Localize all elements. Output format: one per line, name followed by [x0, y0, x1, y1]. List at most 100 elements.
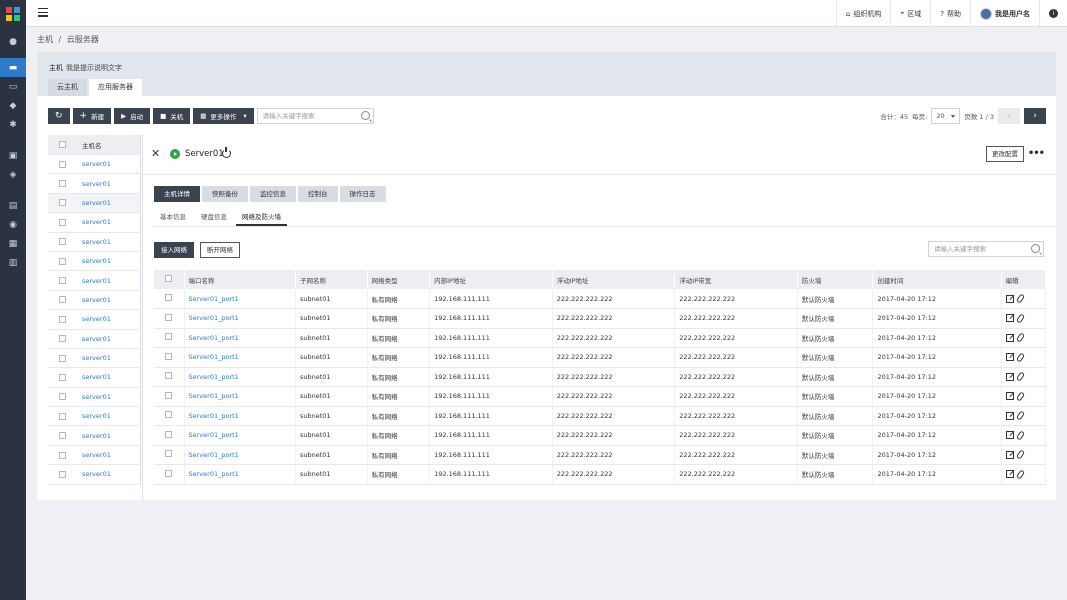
- host-link[interactable]: server01: [82, 412, 111, 420]
- row-checkbox[interactable]: [165, 391, 172, 399]
- row-checkbox[interactable]: [59, 257, 66, 265]
- per-page-select[interactable]: 20: [931, 108, 961, 124]
- host-list-item[interactable]: server01: [48, 368, 140, 388]
- host-list-item[interactable]: server01: [48, 349, 140, 369]
- app-logo[interactable]: [0, 0, 26, 27]
- host-list-item[interactable]: server01: [48, 330, 140, 349]
- host-link[interactable]: server01: [82, 160, 111, 168]
- select-all-checkbox[interactable]: [59, 141, 66, 148]
- edit-icon[interactable]: [1005, 450, 1014, 459]
- row-checkbox[interactable]: [59, 296, 66, 304]
- change-config-button[interactable]: 更改配置: [986, 146, 1024, 162]
- host-list-item[interactable]: server01: [48, 426, 140, 446]
- nav-user[interactable]: 我是用户名: [970, 0, 1039, 27]
- host-link[interactable]: server01: [82, 180, 111, 188]
- search-input[interactable]: 请输入关键字搜索: [256, 108, 374, 124]
- attachment-icon[interactable]: [1015, 410, 1025, 421]
- attachment-icon[interactable]: [1015, 313, 1025, 324]
- select-all-ports-checkbox[interactable]: [165, 275, 172, 282]
- start-button[interactable]: ▶ 启动: [114, 108, 151, 124]
- row-checkbox[interactable]: [59, 432, 66, 440]
- row-checkbox[interactable]: [59, 335, 66, 343]
- host-link[interactable]: server01: [82, 296, 111, 304]
- tab-host-details[interactable]: 主机详情: [154, 186, 200, 202]
- port-link[interactable]: Server01_port1: [189, 451, 239, 459]
- prev-page-button[interactable]: ‹: [998, 108, 1020, 124]
- host-link[interactable]: server01: [82, 393, 111, 401]
- power-icon[interactable]: [222, 147, 231, 158]
- port-link[interactable]: Server01_port1: [189, 314, 239, 322]
- nav-org[interactable]: ⌂ 组织机构: [835, 0, 890, 27]
- menu-toggle-icon[interactable]: [38, 8, 48, 17]
- host-list-item[interactable]: server01: [48, 174, 140, 194]
- sidebar-layers-icon[interactable]: ◆: [0, 96, 26, 115]
- host-list-item[interactable]: server01: [48, 193, 140, 214]
- attachment-icon[interactable]: [1015, 430, 1025, 441]
- port-link[interactable]: Server01_port1: [189, 431, 239, 439]
- host-link[interactable]: server01: [82, 354, 111, 362]
- host-list-item[interactable]: server01: [48, 310, 140, 330]
- host-list-item[interactable]: server01: [48, 446, 140, 466]
- tab-console[interactable]: 控制台: [298, 186, 338, 202]
- row-checkbox[interactable]: [59, 238, 66, 246]
- host-list-item[interactable]: server01: [48, 407, 140, 427]
- port-link[interactable]: Server01_port1: [189, 295, 239, 303]
- row-checkbox[interactable]: [59, 218, 66, 226]
- row-checkbox[interactable]: [59, 277, 66, 285]
- port-link[interactable]: Server01_port1: [189, 470, 239, 478]
- row-checkbox[interactable]: [165, 294, 172, 301]
- attachment-icon[interactable]: [1015, 391, 1025, 402]
- tab-operation-log[interactable]: 操作日志: [339, 186, 386, 202]
- detach-network-button[interactable]: 断开网络: [200, 242, 240, 258]
- host-link[interactable]: server01: [82, 432, 111, 440]
- attachment-icon[interactable]: [1015, 449, 1025, 460]
- row-checkbox[interactable]: [165, 313, 172, 321]
- row-checkbox[interactable]: [59, 470, 66, 478]
- row-checkbox[interactable]: [165, 372, 172, 380]
- host-list-item[interactable]: server01: [48, 388, 140, 408]
- row-checkbox[interactable]: [165, 469, 172, 477]
- more-actions-button[interactable]: ▦ 更多操作 ▾: [193, 108, 254, 124]
- attachment-icon[interactable]: [1015, 293, 1025, 304]
- host-link[interactable]: server01: [82, 335, 111, 343]
- port-link[interactable]: Server01_port1: [189, 353, 239, 361]
- subtab-basic-info[interactable]: 基本信息: [154, 208, 192, 226]
- sidebar-monitor-icon[interactable]: ▦: [0, 234, 26, 253]
- row-checkbox[interactable]: [165, 430, 172, 438]
- sidebar-host-icon[interactable]: ▬: [0, 58, 26, 77]
- nav-region[interactable]: ⌖ 区域: [890, 0, 930, 27]
- row-checkbox[interactable]: [59, 412, 66, 420]
- sidebar-doc-icon[interactable]: ▤: [0, 196, 26, 215]
- sidebar-users-icon[interactable]: ◉: [0, 215, 26, 234]
- edit-icon[interactable]: [1005, 314, 1014, 323]
- host-link[interactable]: server01: [82, 451, 111, 459]
- attachment-icon[interactable]: [1015, 371, 1025, 382]
- host-list-item[interactable]: server01: [48, 271, 140, 291]
- attachment-icon[interactable]: [1015, 332, 1025, 343]
- host-link[interactable]: server01: [82, 470, 111, 478]
- host-link[interactable]: server01: [82, 277, 111, 285]
- port-link[interactable]: Server01_port1: [189, 392, 239, 400]
- sidebar-briefcase-icon[interactable]: ▣: [0, 146, 26, 165]
- edit-icon[interactable]: [1005, 294, 1014, 303]
- edit-icon[interactable]: [1005, 372, 1014, 381]
- row-checkbox[interactable]: [59, 199, 66, 207]
- attachment-icon[interactable]: [1015, 352, 1025, 363]
- host-list-item[interactable]: server01: [48, 252, 140, 272]
- sidebar-clipboard-icon[interactable]: ▥: [0, 253, 26, 272]
- sidebar-storage-icon[interactable]: ▭: [0, 77, 26, 96]
- row-checkbox[interactable]: [59, 160, 66, 168]
- row-checkbox[interactable]: [59, 373, 66, 381]
- edit-icon[interactable]: [1005, 333, 1014, 342]
- row-checkbox[interactable]: [165, 411, 172, 419]
- subtab-network-firewall[interactable]: 网络及防火墙: [236, 208, 287, 226]
- sidebar-user-icon[interactable]: ●: [0, 32, 26, 51]
- edit-icon[interactable]: [1005, 353, 1014, 362]
- more-menu-icon[interactable]: •••: [1028, 148, 1045, 159]
- nav-help[interactable]: ? 帮助: [930, 0, 970, 27]
- port-link[interactable]: Server01_port1: [189, 334, 239, 342]
- attachment-icon[interactable]: [1015, 469, 1025, 480]
- host-link[interactable]: server01: [82, 315, 111, 323]
- next-page-button[interactable]: ›: [1024, 108, 1046, 124]
- host-link[interactable]: server01: [82, 373, 111, 381]
